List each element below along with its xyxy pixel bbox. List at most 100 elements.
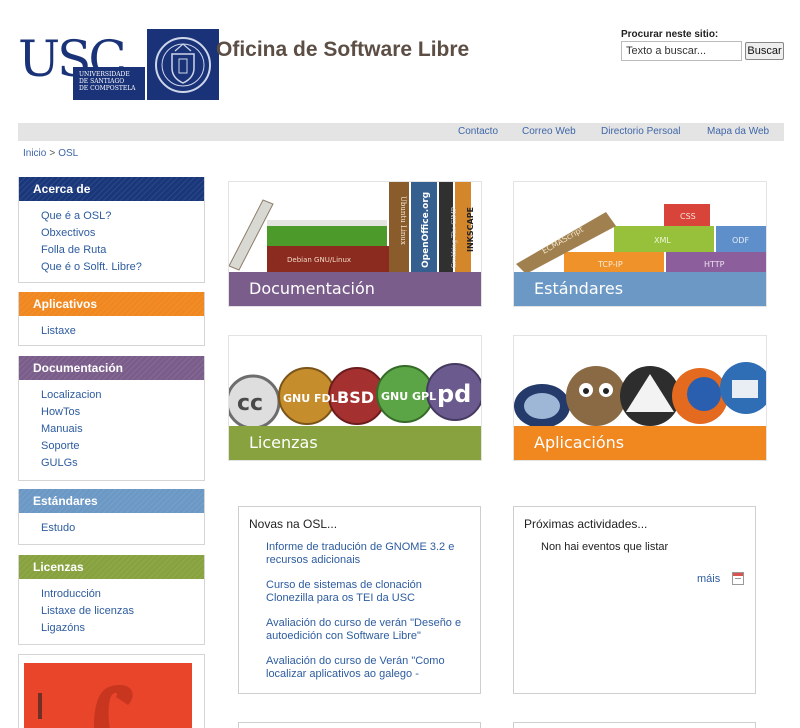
sidebar-link[interactable]: Introducción — [41, 588, 101, 600]
sidebar-item: GULGs — [41, 455, 204, 472]
tile-licenzas[interactable]: cc GNU FDL BSD GNU GPL pd Licenzas — [228, 335, 482, 461]
logo-line: DE COMPOSTELA — [79, 85, 136, 92]
events-empty-message: Non hai eventos que listar — [541, 541, 669, 553]
sidebar-item: Obxectivos — [41, 225, 204, 242]
search-input[interactable] — [621, 41, 742, 61]
block-odf: ODF — [732, 236, 749, 245]
inkscape-logo-icon — [620, 366, 680, 426]
nav-correo-web[interactable]: Correo Web — [522, 126, 576, 137]
badge-bsd: BSD — [337, 388, 374, 407]
sidebar-link[interactable]: Soporte — [41, 440, 80, 452]
sidebar-item: Soporte — [41, 438, 204, 455]
sidebar-estandares: Estándares Estudo — [18, 489, 205, 545]
nav-mapa-da-web[interactable]: Mapa da Web — [707, 126, 769, 137]
sidebar-item: HowTos — [41, 404, 204, 421]
book-spine-gimp: Grokking The GIMP — [451, 207, 458, 268]
tile-aplicacions[interactable]: Aplicacións — [513, 335, 767, 461]
book-spine-inkscape: INKSCAPE — [466, 207, 475, 252]
content-box-stub — [238, 722, 481, 728]
logo-line: UNIVERSIDADE — [79, 71, 130, 78]
events-box: Próximas actividades... Non hai eventos … — [513, 506, 756, 694]
sidebar-item: Folla de Ruta — [41, 242, 204, 259]
events-title: Próximas actividades... — [524, 517, 648, 531]
block-css: CSS — [680, 212, 696, 221]
logo-university-name: UNIVERSIDADE DE SANTIAGO DE COMPOSTELA — [73, 67, 145, 100]
tile-label: Aplicacións — [514, 426, 766, 460]
top-nav-bar: Contacto Correo Web Directorio Persoal M… — [18, 123, 784, 141]
sidebar-link[interactable]: Estudo — [41, 522, 75, 534]
content-box-stub — [513, 722, 756, 728]
sidebar-heading: Documentación — [19, 356, 204, 380]
firefox-logo-icon — [672, 368, 728, 424]
nav-directorio-persoal[interactable]: Directorio Persoal — [601, 126, 680, 137]
books-illustration-icon: Debian GNU/Linux Ubuntu Linux OpenOffice… — [229, 182, 475, 274]
sidebar-item: Estudo — [41, 520, 204, 537]
usc-logo[interactable]: USC UNIVERSIDADE DE SANTIAGO DE COMPOSTE… — [18, 29, 219, 100]
badge-pd: pd — [437, 380, 471, 408]
block-http: HTTP — [704, 260, 725, 269]
standards-blocks-illustration-icon: ECMAScript CSS XML ODF TCP-IP HTTP — [516, 204, 766, 274]
sidebar-link[interactable]: Ligazóns — [41, 622, 85, 634]
sidebar-link[interactable]: Folla de Ruta — [41, 244, 106, 256]
application-logos-illustration-icon — [514, 362, 766, 428]
search-form: Procurar neste sitio: Buscar — [621, 29, 784, 61]
sidebar-heading: Aplicativos — [19, 292, 204, 316]
license-badges-illustration-icon: cc GNU FDL BSD GNU GPL pd — [229, 363, 481, 428]
sidebar-link[interactable]: Manuais — [41, 423, 83, 435]
promo-image — [24, 663, 192, 728]
tile-label: Licenzas — [229, 426, 481, 460]
tile-documentacion[interactable]: Debian GNU/Linux Ubuntu Linux OpenOffice… — [228, 181, 482, 307]
sidebar-item: Listaxe de licenzas — [41, 603, 204, 620]
tile-estandares[interactable]: ECMAScript CSS XML ODF TCP-IP HTTP Están… — [513, 181, 767, 307]
breadcrumb-current: OSL — [58, 148, 79, 159]
nav-contacto[interactable]: Contacto — [458, 126, 498, 137]
sidebar-link[interactable]: Que é o Solft. Libre? — [41, 261, 142, 273]
sidebar-item: Que é a OSL? — [41, 208, 204, 225]
sidebar-link[interactable]: GULGs — [41, 457, 78, 469]
book-spine-debian: Debian GNU/Linux — [287, 256, 351, 264]
tile-label: Estándares — [514, 272, 766, 306]
tile-label: Documentación — [229, 272, 481, 306]
news-item[interactable]: Informe de tradución de GNOME 3.2 e recu… — [266, 541, 468, 567]
badge-cc: cc — [237, 391, 263, 416]
logo-line: DE SANTIAGO — [79, 78, 125, 85]
thunderbird-logo-icon — [720, 362, 766, 414]
search-button[interactable]: Buscar — [745, 42, 784, 60]
breadcrumb: Inicio > OSL — [23, 148, 78, 159]
sidebar-heading: Acerca de — [19, 177, 204, 201]
breadcrumb-home[interactable]: Inicio — [23, 148, 46, 159]
sidebar-link[interactable]: Obxectivos — [41, 227, 95, 239]
news-item[interactable]: Avaliación do curso de verán "Deseño e a… — [266, 617, 468, 643]
sidebar-link[interactable]: Que é a OSL? — [41, 210, 111, 222]
sidebar-item: Introducción — [41, 586, 204, 603]
sidebar-item: Ligazóns — [41, 620, 204, 637]
sidebar-link[interactable]: Listaxe — [41, 325, 76, 337]
news-box: Novas na OSL... Informe de tradución de … — [238, 506, 481, 694]
badge-gnu-gpl: GNU GPL — [381, 390, 436, 403]
sidebar-item: Localizacion — [41, 387, 204, 404]
openoffice-logo-icon — [514, 384, 570, 428]
sidebar-documentacion: Documentación Localizacion HowTos Manuai… — [18, 356, 205, 481]
news-title: Novas na OSL... — [249, 517, 338, 531]
gimp-logo-icon — [566, 366, 626, 426]
search-label: Procurar neste sitio: — [621, 29, 719, 40]
news-item[interactable]: Curso de sistemas de clonación Clonezill… — [266, 579, 468, 605]
book-spine-openoffice: OpenOffice.org — [421, 192, 431, 268]
site-title: Oficina de Software Libre — [216, 38, 470, 61]
block-tcp-ip: TCP-IP — [597, 260, 623, 269]
sidebar-link[interactable]: Localizacion — [41, 389, 102, 401]
sidebar-heading: Estándares — [19, 489, 204, 513]
events-more-link[interactable]: máis — [697, 573, 720, 585]
university-seal-icon — [147, 29, 219, 100]
block-xml: XML — [654, 236, 671, 245]
book-spine-ubuntu: Ubuntu Linux — [399, 196, 407, 245]
badge-gnu-fdl: GNU FDL — [283, 392, 338, 405]
promo-banner[interactable] — [18, 654, 205, 728]
news-item[interactable]: Avaliación do curso de Verán "Como local… — [266, 655, 468, 681]
sidebar-link[interactable]: HowTos — [41, 406, 80, 418]
sidebar-link[interactable]: Listaxe de licenzas — [41, 605, 134, 617]
calendar-icon[interactable] — [732, 572, 744, 585]
sidebar-item: Listaxe — [41, 323, 204, 340]
sidebar-heading: Licenzas — [19, 555, 204, 579]
sidebar-item: Manuais — [41, 421, 204, 438]
